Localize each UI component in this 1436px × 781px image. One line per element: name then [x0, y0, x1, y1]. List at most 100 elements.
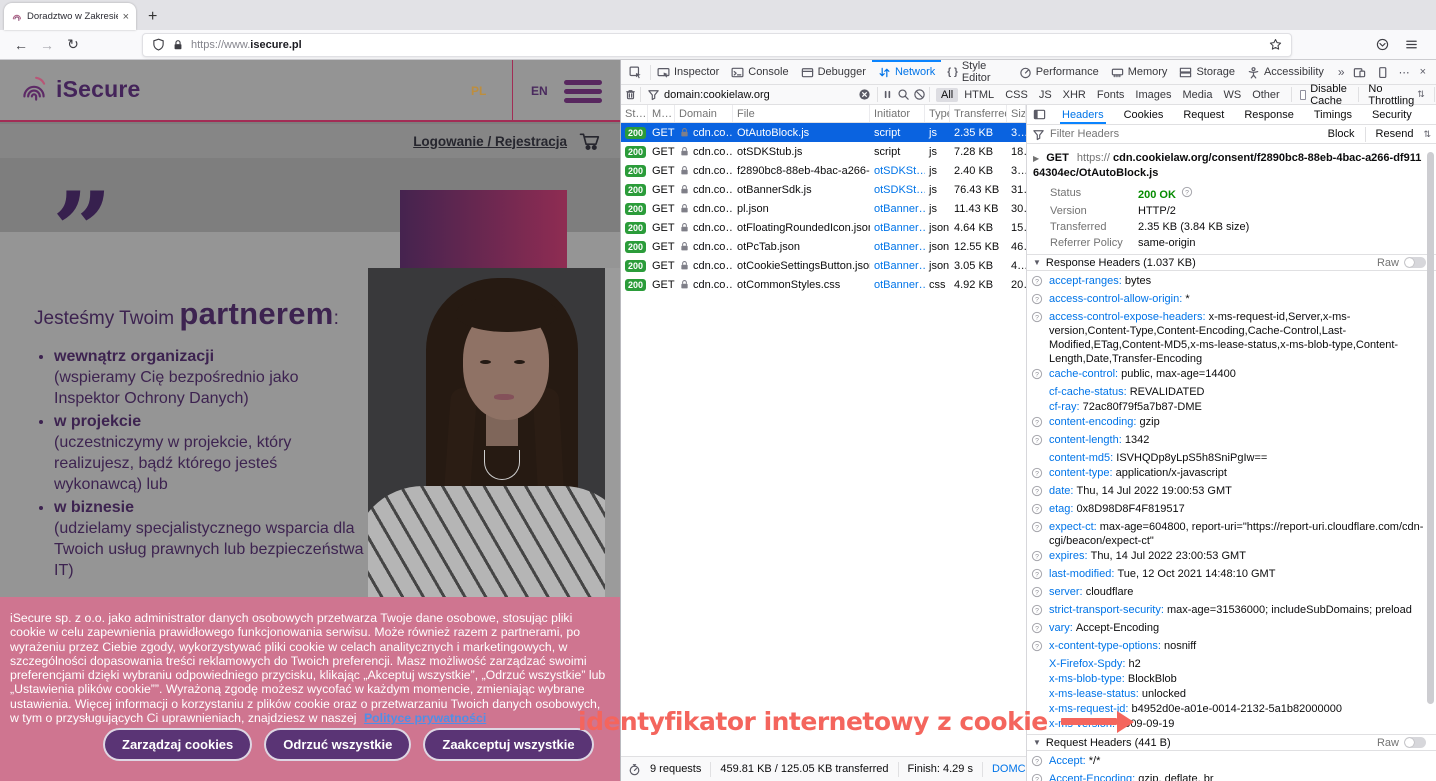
filter-pill-css[interactable]: CSS	[1000, 88, 1033, 102]
cookie-button-zarządzaj-cookies[interactable]: Zarządzaj cookies	[103, 728, 252, 761]
response-header-row[interactable]: ?server: cloudflare	[1031, 584, 1424, 602]
response-header-row[interactable]: x-ms-blob-type: BlockBlob	[1031, 671, 1424, 686]
response-header-row[interactable]: ?content-encoding: gzip	[1031, 414, 1424, 432]
column-header[interactable]: Type	[925, 105, 950, 122]
response-header-row[interactable]: X-Firefox-Spdy: h2	[1031, 656, 1424, 671]
throttling-dropdown[interactable]: No Throttling ⇅	[1362, 83, 1430, 107]
privacy-policy-link[interactable]: Polityce prywatności	[364, 711, 486, 725]
pocket-icon[interactable]	[1376, 38, 1389, 51]
response-header-row[interactable]: ?etag: 0x8D98D8F4F819517	[1031, 501, 1424, 519]
raw-toggle[interactable]	[1404, 737, 1426, 748]
filter-headers-input[interactable]	[1050, 128, 1318, 140]
url-bar[interactable]: https://www. isecure.pl	[142, 33, 1292, 57]
details-tab-cookies[interactable]: Cookies	[1114, 105, 1174, 124]
filter-pill-all[interactable]: All	[936, 88, 958, 102]
column-header[interactable]: Domain	[675, 105, 733, 122]
response-header-row[interactable]: content-md5: ISVHQDp8yLpS5h8SniPgIw==	[1031, 450, 1424, 465]
section-twisty-icon[interactable]: ▼	[1033, 256, 1041, 270]
cookie-button-zaakceptuj-wszystkie[interactable]: Zaakceptuj wszystkie	[423, 728, 593, 761]
tab-close-icon[interactable]: ×	[123, 11, 129, 23]
response-header-row[interactable]: ?expect-ct: max-age=604800, report-uri="…	[1031, 519, 1424, 548]
response-header-row[interactable]: ?strict-transport-security: max-age=3153…	[1031, 602, 1424, 620]
request-headers-section[interactable]: ▼ Request Headers (441 B) Raw	[1027, 734, 1436, 751]
request-row[interactable]: 200GETcdn.co…otBannerSdk.jsotSDKSt…js76.…	[621, 180, 1026, 199]
column-header[interactable]: St…	[621, 105, 648, 122]
filter-pill-media[interactable]: Media	[1177, 88, 1217, 102]
response-header-row[interactable]: ?content-type: application/x-javascript	[1031, 465, 1424, 483]
request-header-row[interactable]: ?Accept-Encoding: gzip, deflate, br	[1031, 771, 1424, 781]
column-header[interactable]: Size	[1007, 105, 1026, 122]
login-register-link[interactable]: Logowanie / Rejestracja	[413, 134, 567, 149]
headers-detail-scroll[interactable]: ▶ GET https:// cdn.cookielaw.org/consent…	[1027, 144, 1436, 781]
request-row[interactable]: 200GETcdn.co…f2890bc8-88eb-4bac-a266-df9…	[621, 161, 1026, 180]
separate-window-icon[interactable]	[1376, 66, 1389, 79]
request-row[interactable]: 200GETcdn.co…otCookieSettingsButton.json…	[621, 256, 1026, 275]
response-header-row[interactable]: ?last-modified: Tue, 12 Oct 2021 14:48:1…	[1031, 566, 1424, 584]
disable-cache-checkbox[interactable]	[1300, 90, 1307, 100]
column-header[interactable]: Initiator	[870, 105, 925, 122]
response-headers-section[interactable]: ▼ Response Headers (1.037 KB) Raw	[1027, 254, 1436, 271]
response-header-row[interactable]: ?cache-control: public, max-age=14400	[1031, 366, 1424, 384]
devtools-close-icon[interactable]: ×	[1420, 66, 1426, 78]
request-header-row[interactable]: ?Accept: */*	[1031, 753, 1424, 771]
resend-caret-icon[interactable]: ⇅	[1423, 129, 1431, 140]
response-header-row[interactable]: ?x-content-type-options: nosniff	[1031, 638, 1424, 656]
response-header-row[interactable]: ?accept-ranges: bytes	[1031, 273, 1424, 291]
response-header-row[interactable]: cf-cache-status: REVALIDATED	[1031, 384, 1424, 399]
block-button[interactable]: Block	[1323, 128, 1360, 140]
url-filter-input[interactable]	[664, 89, 854, 101]
column-header[interactable]: M…	[648, 105, 675, 122]
devtools-tab-inspector[interactable]: Inspector	[651, 60, 725, 84]
pause-traffic-icon[interactable]	[881, 88, 894, 101]
response-header-row[interactable]: ?date: Thu, 14 Jul 2022 19:00:53 GMT	[1031, 483, 1424, 501]
cookie-button-odrzuć-wszystkie[interactable]: Odrzuć wszystkie	[264, 728, 411, 761]
request-row[interactable]: 200GETcdn.co…otCommonStyles.cssotBanner……	[621, 275, 1026, 294]
filter-pill-images[interactable]: Images	[1130, 88, 1176, 102]
request-row[interactable]: 200GETcdn.co…otFloatingRoundedIcon.jsono…	[621, 218, 1026, 237]
request-row[interactable]: 200GETcdn.co…otPcTab.jsonotBanner…json12…	[621, 237, 1026, 256]
forward-button[interactable]: →	[34, 37, 60, 53]
response-header-row[interactable]: x-ms-lease-status: unlocked	[1031, 686, 1424, 701]
response-header-row[interactable]: ?access-control-allow-origin: *	[1031, 291, 1424, 309]
lang-switch-en[interactable]: EN	[531, 84, 548, 98]
devtools-tab-console[interactable]: Console	[725, 60, 794, 84]
devtools-tab-memory[interactable]: Memory	[1105, 60, 1174, 84]
filter-pill-js[interactable]: JS	[1034, 88, 1057, 102]
column-header[interactable]: File	[733, 105, 870, 122]
pick-element-icon[interactable]	[621, 66, 650, 79]
collapse-twisty-icon[interactable]: ▶	[1033, 154, 1039, 163]
clear-filter-icon[interactable]	[858, 88, 871, 101]
filter-pill-xhr[interactable]: XHR	[1058, 88, 1091, 102]
details-tab-timings[interactable]: Timings	[1304, 105, 1362, 124]
shield-icon[interactable]	[152, 38, 165, 51]
initiator-text[interactable]: otBanner…	[874, 241, 925, 253]
filter-pill-other[interactable]: Other	[1247, 88, 1285, 102]
devtools-meatball-menu-icon[interactable]: ⋯	[1399, 66, 1410, 79]
request-row[interactable]: 200GETcdn.co…OtAutoBlock.jsscriptjs2.35 …	[621, 123, 1026, 142]
initiator-text[interactable]: otBanner…	[874, 203, 925, 215]
initiator-text[interactable]: otSDKSt…	[874, 165, 925, 177]
initiator-text[interactable]: otSDKSt…	[874, 184, 925, 196]
devtools-tab-network[interactable]: Network	[872, 60, 941, 84]
response-header-row[interactable]: ?expires: Thu, 14 Jul 2022 23:00:53 GMT	[1031, 548, 1424, 566]
response-header-row[interactable]: cf-ray: 72ac80f79f5a7b87-DME	[1031, 399, 1424, 414]
initiator-text[interactable]: otBanner…	[874, 260, 925, 272]
request-url-line[interactable]: ▶ GET https:// cdn.cookielaw.org/consent…	[1031, 148, 1424, 185]
cart-icon[interactable]	[579, 131, 600, 152]
clear-requests-trash-icon[interactable]	[624, 88, 637, 101]
request-row[interactable]: 200GETcdn.co…pl.jsonotBanner…js11.43 KB3…	[621, 199, 1026, 218]
sidebar-toggle-icon[interactable]	[1027, 108, 1052, 121]
raw-toggle[interactable]	[1404, 257, 1426, 268]
responsive-design-icon[interactable]	[1353, 66, 1366, 79]
details-tab-request[interactable]: Request	[1173, 105, 1234, 124]
back-button[interactable]: ←	[8, 37, 34, 53]
response-header-row[interactable]: ?access-control-expose-headers: x-ms-req…	[1031, 309, 1424, 366]
details-tab-headers[interactable]: Headers	[1052, 105, 1114, 124]
details-tab-response[interactable]: Response	[1234, 105, 1304, 124]
scrollbar-thumb[interactable]	[1427, 152, 1434, 704]
filter-pill-fonts[interactable]: Fonts	[1092, 88, 1130, 102]
devtools-tab-performance[interactable]: Performance	[1013, 60, 1105, 84]
devtools-tab-accessibility[interactable]: Accessibility	[1241, 60, 1330, 84]
more-tabs-button[interactable]: »	[1330, 65, 1353, 79]
app-menu-icon[interactable]	[1405, 38, 1418, 51]
